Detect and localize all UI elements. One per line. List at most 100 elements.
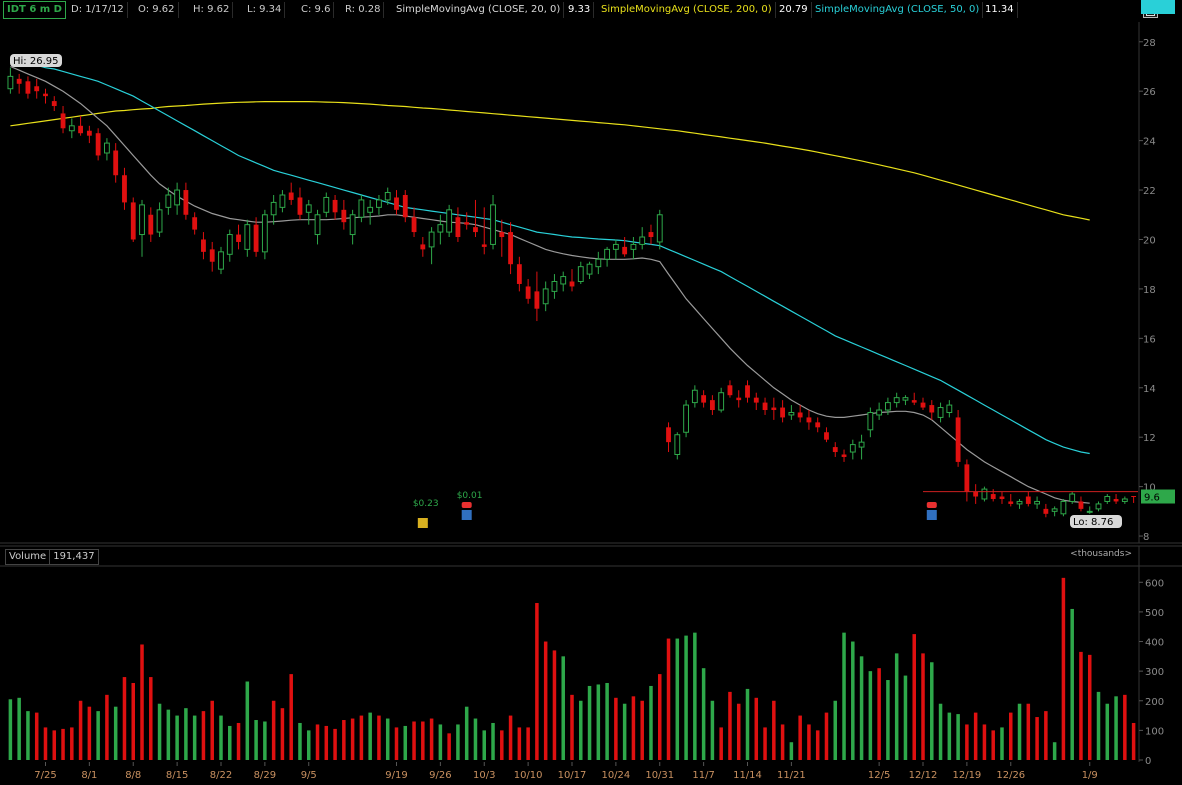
volume-bar <box>482 730 487 760</box>
volume-bar <box>763 727 767 760</box>
volume-bar <box>412 721 416 760</box>
price-tick-label: 22 <box>1143 186 1156 197</box>
candle-body <box>622 246 628 255</box>
volume-bar <box>587 685 592 760</box>
volume-bar <box>684 635 688 760</box>
candle-body <box>305 204 312 213</box>
candle-body <box>595 258 602 268</box>
volume-bar <box>175 715 179 760</box>
candle-body <box>490 204 496 245</box>
date-tick-label: 12/12 <box>909 770 938 781</box>
volume-tick-label: 0 <box>1145 756 1151 767</box>
volume-bar <box>184 708 188 760</box>
candle-body <box>701 395 707 403</box>
dividend-label: $0.23 <box>413 499 439 509</box>
candle-body <box>586 263 593 275</box>
volume-bar <box>552 650 557 760</box>
volume-bar <box>359 715 364 760</box>
candle-body <box>411 217 417 233</box>
high-readout: H: 9.62 <box>190 2 234 18</box>
candle-body <box>516 264 522 284</box>
volume-tick-label: 300 <box>1145 667 1164 678</box>
candle-body <box>727 385 733 396</box>
candle-body <box>929 405 935 413</box>
candle-body <box>849 444 856 453</box>
volume-bar <box>886 680 890 760</box>
volume-bar <box>614 697 618 760</box>
candle-body <box>884 402 891 411</box>
candle-body <box>25 81 31 94</box>
volume-bar <box>894 653 899 760</box>
candle-body <box>560 276 567 285</box>
candle-body <box>394 197 399 210</box>
volume-bar <box>140 644 144 760</box>
last-price-tag-bg <box>1141 489 1175 504</box>
candle-body <box>666 427 671 443</box>
sma50-label[interactable]: SimpleMovingAvg (CLOSE, 50, 0) <box>812 2 984 18</box>
volume-bar <box>1079 651 1083 760</box>
date-tick-label: 8/1 <box>81 770 97 781</box>
range-readout: R: 0.28 <box>342 2 385 18</box>
volume-bar <box>113 706 118 760</box>
volume-chart[interactable]: 0 100 200 300 400 500 600 7/25 8/1 8/8 8/15 8/22 8/2… <box>0 0 1182 785</box>
sma20-line <box>10 65 1090 504</box>
volume-bar <box>192 715 197 760</box>
candle-body <box>60 113 66 129</box>
sma20-label[interactable]: SimpleMovingAvg (CLOSE, 20, 0) <box>393 2 565 18</box>
volume-bar <box>26 711 30 760</box>
volume-bar <box>87 706 92 760</box>
candle-body <box>876 409 883 416</box>
candle-body <box>604 248 611 260</box>
volume-bar <box>517 727 522 760</box>
volume-bar <box>1009 712 1013 760</box>
high-label: Hi: 26.95 <box>13 56 58 67</box>
price-tick-label: 28 <box>1143 38 1156 49</box>
volume-bar <box>429 718 434 760</box>
volume-bar <box>982 724 987 760</box>
volume-bar <box>298 722 302 760</box>
candle-body <box>130 202 136 240</box>
volume-bar <box>122 677 127 760</box>
low-label-bg <box>1070 515 1122 528</box>
volume-bar <box>1131 722 1136 760</box>
volume-bar <box>991 730 995 760</box>
candle-body <box>201 239 206 252</box>
maximize-icon[interactable] <box>1143 3 1158 18</box>
candle-body <box>964 464 970 492</box>
candle-body <box>16 78 22 84</box>
date-tick-label: 8/15 <box>166 770 188 781</box>
date-tick-label: 10/17 <box>558 770 587 781</box>
volume-bar <box>772 700 776 760</box>
candle-body <box>104 142 110 154</box>
volume-bar <box>438 724 443 760</box>
volume-bar <box>1017 703 1022 760</box>
volume-bar <box>851 641 855 760</box>
candle-body <box>508 232 513 265</box>
date-tick-label: 12/19 <box>952 770 981 781</box>
candle-body <box>937 407 944 418</box>
volume-bar <box>201 711 206 760</box>
volume-value: 191,437 <box>49 549 99 565</box>
volume-bar <box>456 724 460 760</box>
candle-body <box>43 93 48 97</box>
sma50-line <box>10 60 1090 455</box>
symbol-field[interactable]: IDT 6 m D <box>3 1 66 19</box>
volume-bar <box>745 688 750 760</box>
candle-body <box>718 392 725 411</box>
candle-body <box>973 491 979 497</box>
volume-bar <box>912 634 916 760</box>
sma200-label[interactable]: SimpleMovingAvg (CLOSE, 200, 0) <box>598 2 776 18</box>
candle-body <box>139 204 145 236</box>
date-tick-label: 9/19 <box>385 770 407 781</box>
sma50-value: 11.34 <box>982 2 1018 18</box>
candle-body <box>981 488 988 500</box>
volume-bar <box>701 668 706 760</box>
volume-bar <box>377 715 381 760</box>
volume-tick-label: 400 <box>1145 638 1164 649</box>
price-chart[interactable]: 8 10 12 14 16 18 20 22 24 26 28 20.79 11.34 9.6 Hi: 26… <box>0 0 1182 545</box>
volume-tick-label: 100 <box>1145 726 1164 737</box>
volume-bar <box>1044 711 1048 760</box>
volume-bar <box>921 653 925 760</box>
candle-body <box>806 417 812 423</box>
volume-bar <box>289 674 293 760</box>
